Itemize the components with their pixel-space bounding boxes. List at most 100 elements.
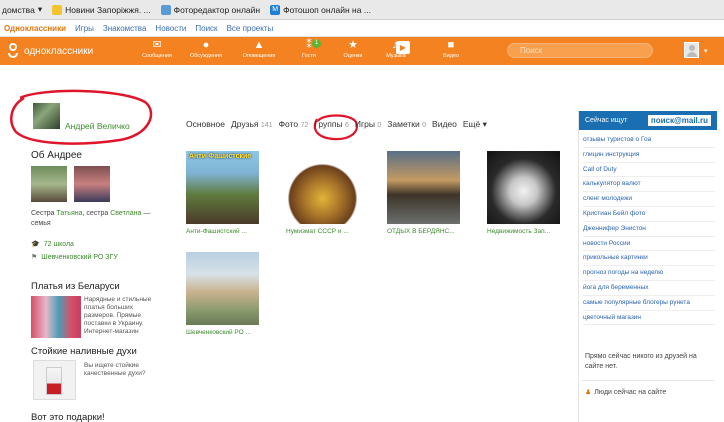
guests-badge: 1 <box>312 39 322 48</box>
trend-link[interactable]: калькулятор валют <box>583 177 715 193</box>
bookmark-item[interactable]: домства ▾ <box>2 4 42 15</box>
news-icon <box>52 4 63 15</box>
trend-link[interactable]: Кристиан Бейл фото <box>583 207 715 222</box>
nav-notifications[interactable]: ▲ Оповещения <box>236 39 282 59</box>
tab-count: 0 <box>377 122 382 129</box>
nav-discussions[interactable]: ● Обсуждения <box>183 39 229 59</box>
group-card[interactable]: Анти-Фашистские Анти-Фашистский ... <box>186 151 260 235</box>
profile-photo[interactable] <box>33 103 60 129</box>
relative-photo[interactable] <box>74 166 110 202</box>
tab-label: Игры <box>354 119 375 129</box>
people-online-label: Люди сейчас на сайте <box>594 388 667 396</box>
tab-more[interactable]: Ещё ▾ <box>463 119 487 130</box>
photo-editor-icon <box>160 4 171 15</box>
nav-video[interactable]: ■ Видео <box>428 39 474 59</box>
org-link[interactable]: Шевченковский РО ЗГУ <box>41 254 118 261</box>
mail-icon: ✉ <box>152 39 162 51</box>
tab-label: Видео <box>432 119 457 129</box>
chevron-down-icon: ▾ <box>37 4 43 14</box>
group-card[interactable]: Нумизмат СССР и ... <box>286 151 360 235</box>
flag-icon: ⚑ <box>31 254 38 261</box>
bookmark-item[interactable]: Новини Запоріжжя. ... <box>52 4 151 15</box>
site-logo[interactable]: одноклассники <box>6 43 93 59</box>
profile-tabs: Основное Друзья 141 Фото 72 Группы 6 Игр… <box>186 119 487 130</box>
bookmark-label: Фоторедактор онлайн <box>173 4 261 15</box>
nav-label: Видео <box>442 53 460 59</box>
ad-text[interactable]: Нарядные и стильные платья больших разме… <box>84 296 162 336</box>
ad-title[interactable]: Стойкие наливные духи <box>31 346 137 357</box>
trend-link[interactable]: Дженнифер Энистон <box>583 222 715 237</box>
profile-name[interactable]: Андрей Величко <box>65 121 130 131</box>
nav-ratings[interactable]: ★ Оценки <box>330 39 376 59</box>
rating-icon: ★ <box>348 39 358 51</box>
group-caption[interactable]: Анти-Фашистский ... <box>186 228 260 235</box>
group-thumbnail[interactable] <box>286 151 359 224</box>
trend-link[interactable]: сленг молодежи <box>583 192 715 207</box>
ad-image-dresses[interactable] <box>31 296 81 338</box>
tab-label: Друзья <box>230 119 259 129</box>
ad-text[interactable]: Вы ищете стойкие качественные духи? <box>84 362 162 378</box>
bookmark-item[interactable]: M Фотошоп онлайн на ... <box>270 4 371 15</box>
user-avatar[interactable] <box>684 42 699 58</box>
trend-link[interactable]: отзывы туристов о Гоа <box>583 133 715 148</box>
group-card[interactable]: Шевченковский РО ... <box>186 252 260 336</box>
site-nav-news[interactable]: Новости <box>155 24 186 33</box>
group-caption[interactable]: Нумизмат СССР и ... <box>286 228 360 235</box>
relative-link[interactable]: Татьяна <box>56 210 82 217</box>
school-link[interactable]: 72 школа <box>44 241 74 248</box>
site-nav-all-projects[interactable]: Все проекты <box>227 24 274 33</box>
trend-link[interactable]: самые популярные блогеры рунета <box>583 296 715 311</box>
main-header: одноклассники ✉ Сообщения ● Обсуждения ▲… <box>0 37 724 65</box>
trend-link[interactable]: Call of Duty <box>583 163 715 178</box>
tab-main[interactable]: Основное <box>186 119 225 130</box>
group-card[interactable]: Недвижимость Зап... <box>487 151 561 235</box>
trend-link[interactable]: прогноз погоды на неделю <box>583 266 715 281</box>
tab-games[interactable]: Игры 0 <box>355 119 381 130</box>
nav-guests[interactable]: ⁑ 1 Гости <box>286 39 332 59</box>
group-thumbnail[interactable] <box>186 252 259 325</box>
tab-photos[interactable]: Фото 72 <box>279 119 309 130</box>
people-icon: ♟ <box>585 389 592 396</box>
relative-link[interactable]: Светлана <box>110 210 141 217</box>
site-nav-dating[interactable]: Знакомства <box>103 24 147 33</box>
trend-link[interactable]: йога для беременных <box>583 281 715 296</box>
bookmark-item[interactable]: Фоторедактор онлайн <box>160 4 261 15</box>
group-caption[interactable]: ОТДЫХ В БЕРДЯНС... <box>387 228 461 235</box>
bell-icon: ▲ <box>253 39 265 51</box>
group-caption[interactable]: Шевченковский РО ... <box>186 329 260 336</box>
ad-title[interactable]: Вот это подарки! <box>31 412 105 422</box>
trend-link[interactable]: новости России <box>583 237 715 252</box>
tab-label: Основное <box>186 119 225 129</box>
tab-video[interactable]: Видео <box>432 119 457 130</box>
relatives-label: Сестра <box>31 210 57 217</box>
trend-link[interactable]: цветочный магазин <box>583 311 715 326</box>
people-online-link[interactable]: ♟ Люди сейчас на сайте <box>585 388 667 397</box>
site-nav-search[interactable]: Поиск <box>195 24 217 33</box>
trend-link[interactable]: глицин инструкция <box>583 148 715 163</box>
chevron-down-icon[interactable]: ▾ <box>704 47 708 55</box>
group-card[interactable]: ОТДЫХ В БЕРДЯНС... <box>387 151 461 235</box>
tab-notes[interactable]: Заметки 0 <box>387 119 426 130</box>
site-nav-odnoklassniki[interactable]: Одноклассники <box>4 24 66 33</box>
group-thumbnail[interactable]: Анти-Фашистские <box>186 151 259 224</box>
site-nav-games[interactable]: Игры <box>75 24 94 33</box>
ad-image-perfume[interactable] <box>33 360 76 400</box>
play-button[interactable]: ▶ <box>393 39 413 55</box>
ad-title[interactable]: Платья из Беларуси <box>31 281 120 292</box>
search-trends-title: Сейчас ищут <box>585 117 628 124</box>
nav-messages[interactable]: ✉ Сообщения <box>134 39 180 59</box>
mail-ru-logo[interactable]: поиск@mail.ru <box>647 115 711 126</box>
bookmark-label: Фотошоп онлайн на ... <box>283 4 371 15</box>
org-info[interactable]: ⚑ Шевченковский РО ЗГУ <box>31 253 118 262</box>
school-info[interactable]: 🎓 72 школа <box>31 240 74 249</box>
search-input[interactable]: Поиск <box>507 43 653 58</box>
group-caption[interactable]: Недвижимость Зап... <box>487 228 561 235</box>
tab-groups[interactable]: Группы 6 <box>314 119 349 130</box>
relative-photo[interactable] <box>31 166 67 202</box>
trend-link[interactable]: прикольные картинки <box>583 251 715 267</box>
group-thumbnail[interactable] <box>487 151 560 224</box>
site-nav: Одноклассники Игры Знакомства Новости По… <box>0 20 724 37</box>
logo-text: одноклассники <box>24 45 94 57</box>
group-thumbnail[interactable] <box>387 151 460 224</box>
tab-friends[interactable]: Друзья 141 <box>231 119 273 130</box>
